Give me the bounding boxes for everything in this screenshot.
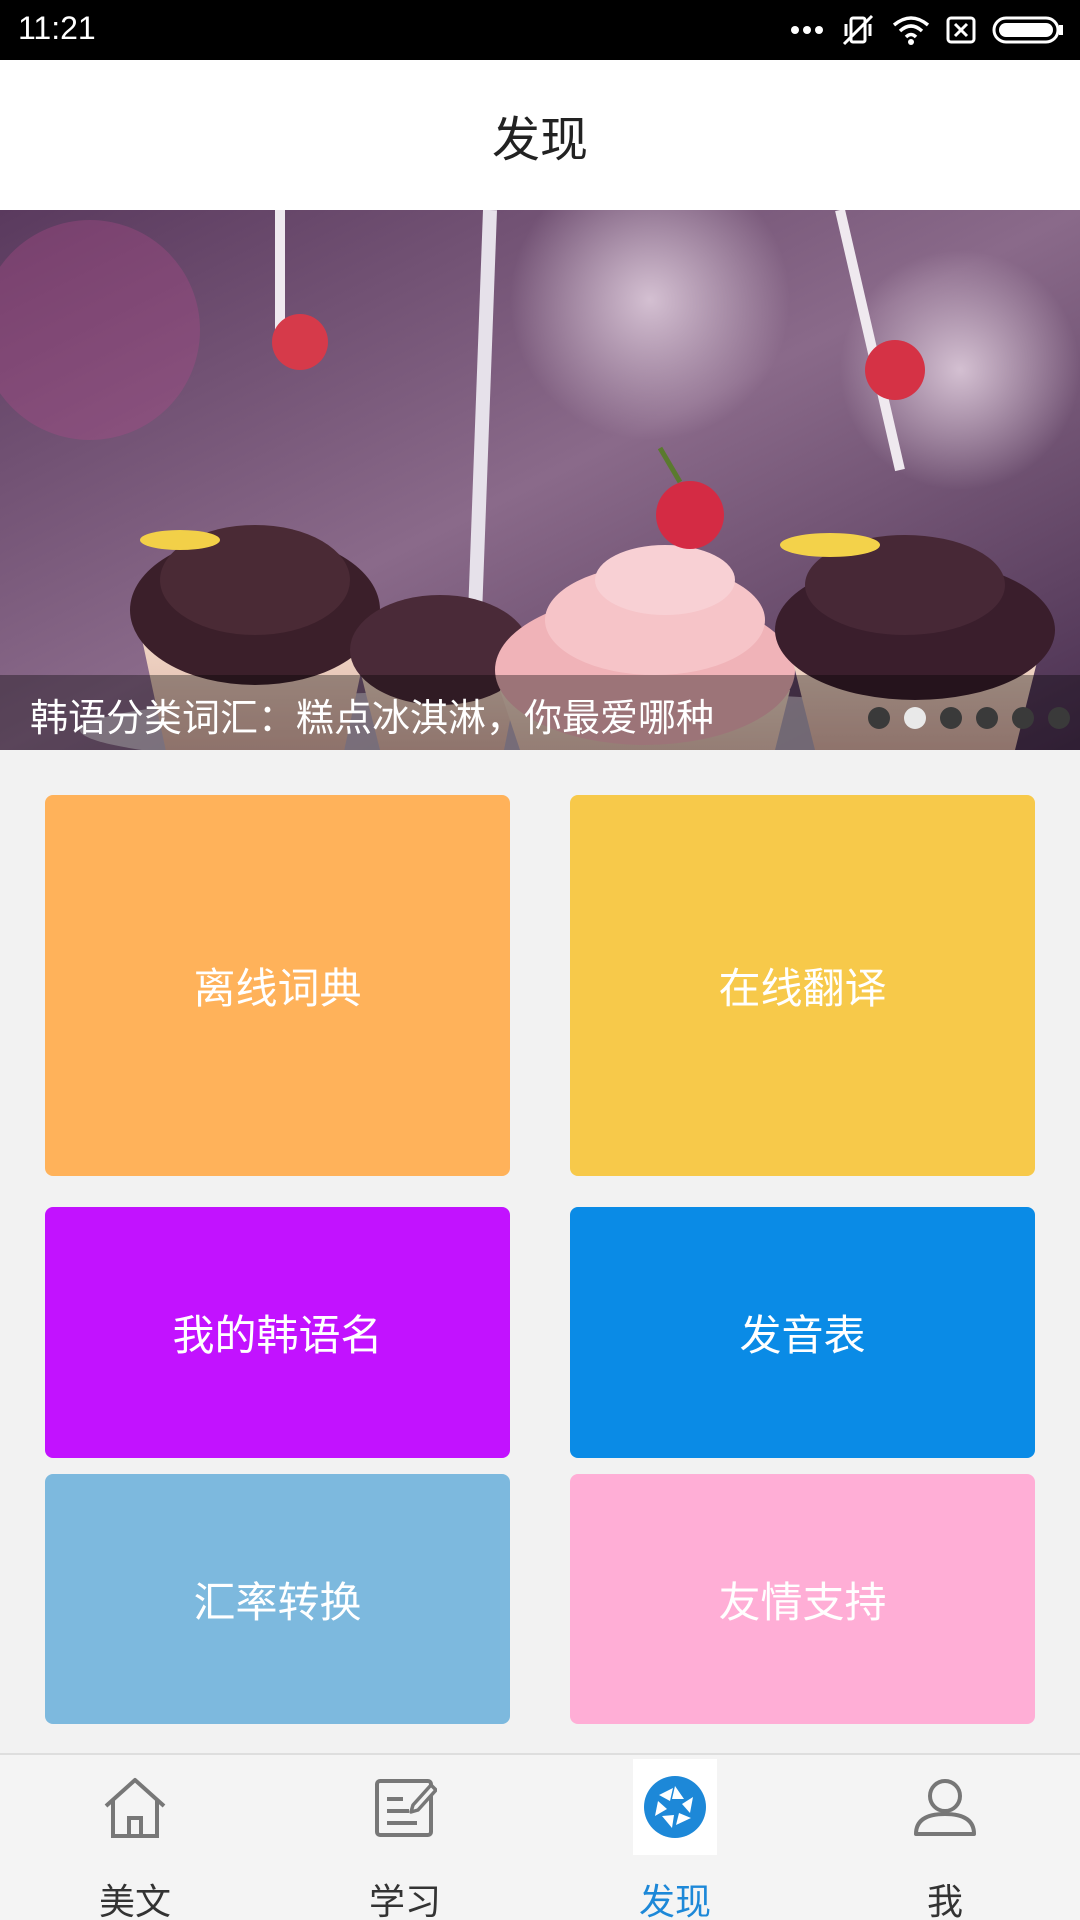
tile-label: 在线翻译	[718, 964, 887, 1013]
pager-dots	[868, 707, 1070, 729]
page-title: 发现	[491, 112, 588, 168]
tile-label: 离线词典	[193, 964, 362, 1013]
pager-dot[interactable]	[940, 707, 962, 729]
wifi-icon	[892, 15, 930, 45]
pronunciation-chart-tile[interactable]: 发音表	[570, 1207, 1035, 1458]
nav-label: 我	[926, 1882, 963, 1920]
tile-label: 我的韩语名	[172, 1311, 383, 1360]
nav-label: 学习	[368, 1882, 441, 1920]
aperture-icon	[633, 1759, 717, 1855]
pager-dot[interactable]	[868, 707, 890, 729]
more-dots-icon	[790, 25, 824, 35]
banner-caption: 韩语分类词汇：糕点冰淇淋，你最爱哪种	[0, 675, 1080, 750]
app-header: 发现	[0, 60, 1080, 210]
status-icons	[790, 10, 1064, 50]
tile-label: 汇率转换	[193, 1577, 362, 1627]
no-sim-icon	[946, 15, 976, 45]
pager-dot[interactable]	[1012, 707, 1034, 729]
pager-dot[interactable]	[1048, 707, 1070, 729]
user-icon	[903, 1759, 987, 1855]
tile-label: 发音表	[739, 1311, 866, 1360]
home-icon	[93, 1759, 177, 1855]
banner-carousel[interactable]: 韩语分类词汇：糕点冰淇淋，你最爱哪种	[0, 210, 1080, 750]
currency-converter-tile[interactable]: 汇率转换	[45, 1474, 510, 1724]
status-bar: 11:21	[0, 0, 1080, 60]
banner-caption-text: 韩语分类词汇：糕点冰淇淋，你最爱哪种	[30, 696, 715, 740]
nav-label-active: 发现	[638, 1882, 711, 1920]
tile-label: 友情支持	[718, 1577, 887, 1627]
nav-label: 美文	[98, 1882, 171, 1920]
pager-dot[interactable]	[976, 707, 998, 729]
nav-item-articles[interactable]: 美文	[0, 1755, 270, 1920]
banner-image	[0, 210, 1080, 750]
online-translate-tile[interactable]: 在线翻译	[570, 795, 1035, 1176]
nav-item-discover[interactable]: 发现	[540, 1755, 810, 1920]
friendly-support-tile[interactable]: 友情支持	[570, 1474, 1035, 1724]
vibrate-off-icon	[840, 12, 876, 48]
pager-dot-active[interactable]	[904, 707, 926, 729]
nav-item-me[interactable]: 我	[810, 1755, 1080, 1920]
battery-icon	[992, 15, 1064, 45]
nav-item-study[interactable]: 学习	[270, 1755, 540, 1920]
edit-icon	[363, 1759, 447, 1855]
bottom-nav: 美文 学习 发现 我	[0, 1753, 1080, 1920]
status-time: 11:21	[18, 10, 96, 46]
offline-dictionary-tile[interactable]: 离线词典	[45, 795, 510, 1176]
korean-name-tile[interactable]: 我的韩语名	[45, 1207, 510, 1458]
